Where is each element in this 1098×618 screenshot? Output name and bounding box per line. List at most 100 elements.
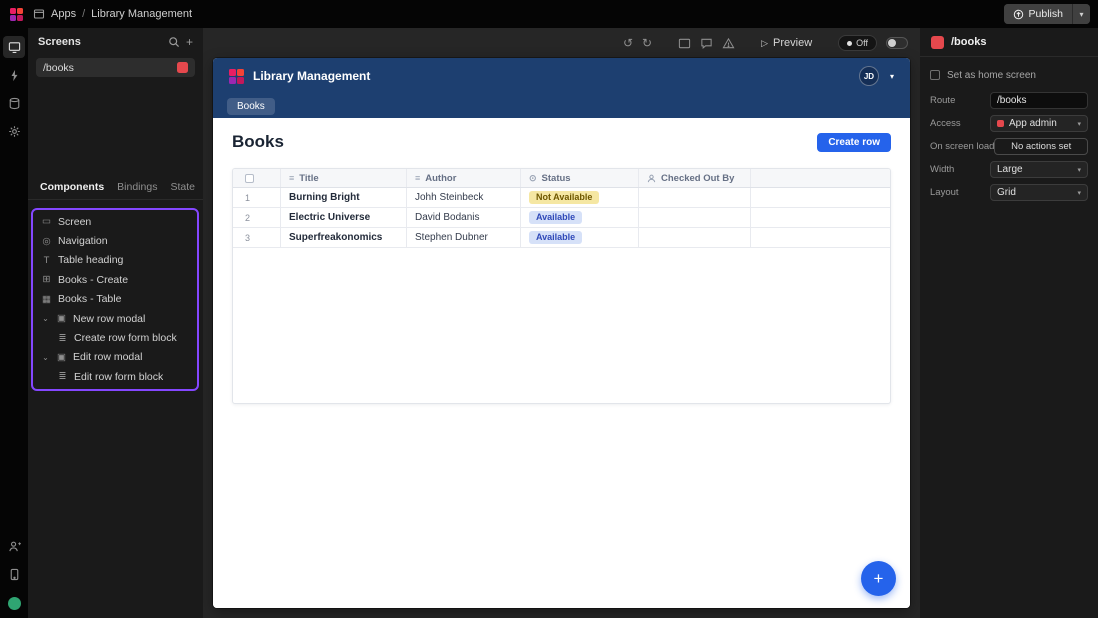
column-header-status[interactable]: Status	[542, 173, 571, 184]
cell-title[interactable]: Burning Bright	[281, 188, 407, 207]
tree-item-create-row-form-block[interactable]: ≣ Create row form block	[33, 328, 197, 347]
app-title: Library Management	[253, 69, 371, 83]
budibase-builder: Apps / Library Management Publish ▾ Scre…	[0, 0, 1098, 618]
canvas-toolbar: ↺ ↻ ▷ Preview Off	[203, 28, 920, 58]
automation-section-icon[interactable]	[3, 64, 25, 86]
text-column-icon: ≡	[415, 173, 421, 183]
publish-menu-button[interactable]: ▾	[1072, 4, 1090, 24]
data-section-icon[interactable]	[3, 92, 25, 114]
redo-icon[interactable]: ↻	[642, 36, 652, 50]
tab-components[interactable]: Components	[40, 181, 104, 193]
cell-author[interactable]: David Bodanis	[407, 208, 521, 227]
floating-add-button[interactable]: +	[861, 561, 896, 596]
create-row-button[interactable]: Create row	[817, 132, 891, 152]
search-icon[interactable]	[168, 36, 180, 48]
layout-select[interactable]: Grid ▾	[990, 184, 1088, 201]
home-screen-checkbox[interactable]	[930, 70, 940, 80]
expand-chevron-icon[interactable]: ⌄	[41, 314, 50, 323]
tree-item-table-heading[interactable]: T Table heading	[33, 251, 197, 270]
status-badge: Available	[529, 230, 583, 245]
form-block-icon: ≣	[58, 332, 67, 344]
expand-chevron-icon[interactable]: ⌄	[41, 353, 50, 362]
screen-size-icon[interactable]	[678, 37, 691, 50]
device-toggle[interactable]	[886, 37, 908, 49]
cell-checked-out-by[interactable]	[639, 188, 751, 207]
table-header-row: ≡ Title ≡ Author ⊙ Status Checked Out By	[233, 169, 890, 188]
on-screen-load-button[interactable]: No actions set	[994, 138, 1088, 155]
cell-author[interactable]: Stephen Dubner	[407, 228, 521, 247]
access-setting-row: Access App admin ▾	[930, 115, 1088, 132]
cell-checked-out-by[interactable]	[639, 228, 751, 247]
column-header-checked-out-by[interactable]: Checked Out By	[661, 173, 734, 184]
tree-item-edit-row-modal[interactable]: ⌄ ▣ Edit row modal	[33, 348, 197, 367]
toggle-knob	[888, 39, 896, 47]
tree-item-books-create[interactable]: ⊞ Books - Create	[33, 270, 197, 289]
design-section-icon[interactable]	[3, 36, 25, 58]
breadcrumb-apps[interactable]: Apps	[51, 8, 76, 20]
table-row[interactable]: 1 Burning Bright Johh Steinbeck Not Avai…	[233, 188, 890, 208]
add-screen-icon[interactable]: +	[186, 35, 193, 49]
tab-bindings[interactable]: Bindings	[117, 181, 157, 193]
cell-title[interactable]: Electric Universe	[281, 208, 407, 227]
publish-button[interactable]: Publish	[1003, 4, 1072, 24]
tree-item-navigation[interactable]: ◎ Navigation	[33, 231, 197, 250]
user-avatar[interactable]	[7, 597, 21, 610]
chevron-down-icon: ▾	[1077, 120, 1081, 128]
mobile-preview-icon[interactable]	[3, 563, 25, 585]
modal-icon: ▣	[57, 313, 66, 325]
screens-list: /books	[28, 56, 203, 174]
screens-title: Screens	[38, 36, 81, 48]
home-screen-checkbox-row[interactable]: Set as home screen	[930, 67, 1088, 83]
app-navigation: Books	[213, 94, 910, 118]
cell-author[interactable]: Johh Steinbeck	[407, 188, 521, 207]
settings-section-icon[interactable]	[3, 120, 25, 142]
width-select[interactable]: Large ▾	[990, 161, 1088, 178]
select-all-checkbox[interactable]	[245, 173, 254, 183]
cell-checked-out-by[interactable]	[639, 208, 751, 227]
chevron-down-icon: ▾	[1077, 166, 1081, 174]
screens-panel-header: Screens +	[28, 28, 203, 56]
screen-item-books[interactable]: /books	[36, 58, 195, 77]
tree-item-new-row-modal[interactable]: ⌄ ▣ New row modal	[33, 309, 197, 328]
user-avatar-initials[interactable]: JD	[858, 66, 879, 86]
left-icon-rail	[0, 28, 28, 618]
screen-color-swatch[interactable]	[931, 35, 944, 49]
warnings-icon[interactable]	[722, 37, 735, 50]
screen-settings-panel: /books Set as home screen Route Access A…	[920, 28, 1098, 618]
preview-button[interactable]: ▷ Preview	[761, 37, 812, 49]
tab-state[interactable]: State	[170, 181, 195, 193]
column-header-title[interactable]: Title	[299, 173, 318, 184]
budibase-logo[interactable]	[10, 7, 23, 21]
role-color-dot	[997, 120, 1004, 127]
apps-window-icon	[33, 8, 45, 20]
status-badge: Not Available	[529, 190, 600, 205]
width-setting-row: Width Large ▾	[930, 161, 1088, 178]
topbar-actions: Publish ▾	[1003, 4, 1090, 24]
column-header-author[interactable]: Author	[425, 173, 456, 184]
layout-setting-row: Layout Grid ▾	[930, 184, 1088, 201]
home-screen-label: Set as home screen	[947, 69, 1036, 81]
settings-panel-title: /books	[951, 36, 987, 48]
route-input[interactable]	[990, 92, 1088, 109]
tree-item-screen[interactable]: ▭ Screen	[33, 212, 197, 231]
form-block-icon: ≣	[58, 371, 67, 383]
chevron-down-icon[interactable]: ▾	[890, 72, 894, 81]
table-row[interactable]: 2 Electric Universe David Bodanis Availa…	[233, 208, 890, 228]
invite-users-icon[interactable]	[3, 535, 25, 557]
off-toggle-pill[interactable]: Off	[838, 35, 877, 51]
access-select[interactable]: App admin ▾	[990, 115, 1088, 132]
cell-title[interactable]: Superfreakonomics	[281, 228, 407, 247]
page-title: Books	[232, 132, 284, 151]
on-screen-load-row: On screen load No actions set	[930, 138, 1088, 155]
app-preview: Library Management JD ▾ Books Books Crea…	[213, 58, 910, 608]
publish-label: Publish	[1028, 8, 1063, 20]
tree-item-edit-row-form-block[interactable]: ≣ Edit row form block	[33, 367, 197, 386]
breadcrumb-app-name: Library Management	[91, 8, 193, 20]
comments-icon[interactable]	[700, 37, 713, 50]
tree-item-books-table[interactable]: ▦ Books - Table	[33, 290, 197, 309]
undo-icon[interactable]: ↺	[623, 36, 633, 50]
nav-tab-books[interactable]: Books	[227, 97, 275, 115]
table-row[interactable]: 3 Superfreakonomics Stephen Dubner Avail…	[233, 228, 890, 248]
component-tree: ▭ Screen ◎ Navigation T Table heading ⊞ …	[31, 208, 199, 391]
route-setting-row: Route	[930, 92, 1088, 109]
